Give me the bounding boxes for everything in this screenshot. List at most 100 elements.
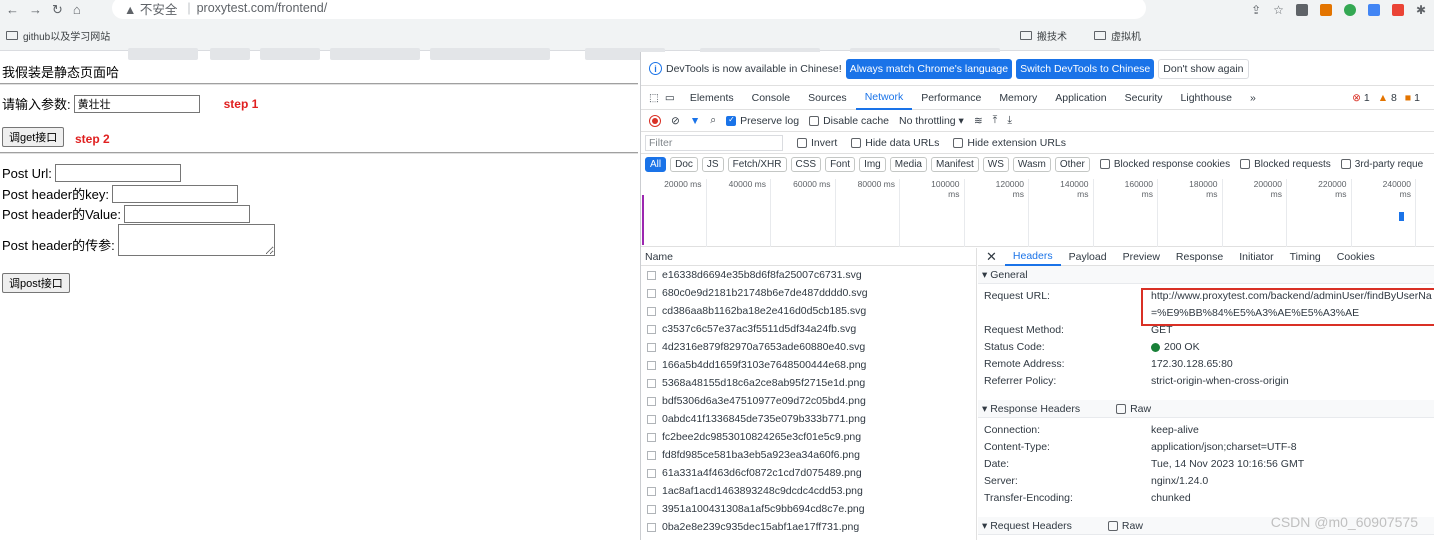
type-other[interactable]: Other (1054, 156, 1090, 172)
throttling-select[interactable]: No throttling ▾ (899, 115, 964, 127)
bookmark-star-icon[interactable]: ☆ (1273, 3, 1284, 17)
tab-headers[interactable]: Headers (1004, 248, 1061, 266)
bookmark-item[interactable]: github以及学习网站 (6, 28, 110, 43)
list-item[interactable]: 3951a100431308a1af5c9bb694cd8c7e.png (641, 500, 976, 518)
wifi-icon[interactable]: ≋ (974, 115, 983, 127)
raw-checkbox[interactable]: Raw (1116, 403, 1151, 415)
tab-network[interactable]: Network (855, 86, 913, 110)
address-url[interactable]: proxytest.com/frontend/ (197, 1, 328, 15)
post-button[interactable]: 调post接口 (2, 273, 70, 293)
type-js[interactable]: JS (701, 156, 724, 172)
tab-security[interactable]: Security (1116, 86, 1172, 110)
list-item[interactable]: fd8fd985ce581ba3eb5a923ea34a60f6.png (641, 446, 976, 464)
list-item[interactable]: 1ac8af1acd1463893248c9dcdc4cdd53.png (641, 482, 976, 500)
tab-cookies[interactable]: Cookies (1329, 248, 1383, 266)
type-all[interactable]: All (645, 156, 667, 172)
preserve-log-checkbox[interactable]: Preserve log (726, 115, 799, 127)
list-item[interactable]: 166a5b4dd1659f3103e7648500444e68.png (641, 356, 976, 374)
tab-elements[interactable]: Elements (681, 86, 743, 110)
type-img[interactable]: Img (859, 156, 886, 172)
invert-checkbox[interactable]: Invert (797, 137, 837, 149)
more-tabs-icon[interactable]: » (1241, 86, 1265, 110)
bookmark-item[interactable]: 搬技术 (1020, 28, 1067, 43)
filter-input[interactable]: Filter (645, 134, 783, 151)
warning-count[interactable]: ▲ 8 (1378, 92, 1397, 104)
filter-icon[interactable]: ▼ (690, 115, 700, 127)
forward-icon[interactable]: → (29, 2, 42, 18)
tab-payload[interactable]: Payload (1061, 248, 1115, 266)
type-css[interactable]: CSS (790, 156, 822, 172)
general-section-header[interactable]: ▾ General (978, 266, 1434, 284)
disable-cache-checkbox[interactable]: Disable cache (809, 115, 889, 127)
record-icon[interactable] (649, 114, 661, 127)
issue-counts[interactable]: ⊗ 1 ▲ 8 ■ 1 (1352, 92, 1420, 104)
bookmark-item[interactable]: 虚拟机 (1094, 28, 1141, 43)
list-item[interactable]: 5368a48155d18c6a2ce8ab95f2715e1d.png (641, 374, 976, 392)
tab-memory[interactable]: Memory (990, 86, 1046, 110)
match-language-button[interactable]: Always match Chrome's language (845, 58, 1013, 79)
post-param-textarea[interactable] (117, 224, 275, 256)
list-item[interactable]: 0abdc41f1336845de735e079b333b771.png (641, 410, 976, 428)
list-item[interactable]: 61a331a4f463d6cf0872c1cd7d075489.png (641, 464, 976, 482)
type-doc[interactable]: Doc (670, 156, 698, 172)
list-item[interactable]: fc2bee2dc9853010824265e3cf01e5c9.png (641, 428, 976, 446)
inspect-icon[interactable]: ⬚ (649, 92, 659, 104)
security-label[interactable]: ▲ 不安全 (124, 0, 177, 18)
extension-icon[interactable] (1391, 3, 1404, 16)
extension-icon[interactable] (1367, 3, 1380, 16)
list-item[interactable]: 4d2316e879f82970a7653ade60880e40.svg (641, 338, 976, 356)
post-key-input[interactable] (111, 184, 238, 203)
name-column-header[interactable]: Name (641, 248, 976, 266)
list-item[interactable]: e16338d6694e35b8d6f8fa25007c6731.svg (641, 266, 976, 284)
extension-icon[interactable] (1343, 3, 1356, 16)
tab-performance[interactable]: Performance (912, 86, 990, 110)
post-url-input[interactable] (54, 164, 181, 182)
address-bar[interactable]: ▲ 不安全 | proxytest.com/frontend/ (112, 0, 1146, 19)
switch-chinese-button[interactable]: Switch DevTools to Chinese (1016, 58, 1155, 79)
blocked-cookies-checkbox[interactable]: Blocked response cookies (1099, 159, 1230, 170)
clear-icon[interactable]: ⊘ (671, 115, 680, 127)
list-item[interactable]: c3537c6c57e37ac3f5511d5df34a24fb.svg (641, 320, 976, 338)
tab-response[interactable]: Response (1168, 248, 1231, 266)
post-value-input[interactable] (124, 204, 250, 223)
tab-initiator[interactable]: Initiator (1231, 248, 1281, 266)
response-headers-section-header[interactable]: ▾ Response Headers Raw (978, 400, 1434, 418)
param-input[interactable] (73, 94, 200, 113)
type-wasm[interactable]: Wasm (1012, 156, 1051, 172)
extension-icon[interactable] (1319, 3, 1332, 16)
dont-show-again-button[interactable]: Don't show again (1158, 58, 1249, 79)
back-icon[interactable]: ← (6, 2, 19, 18)
type-ws[interactable]: WS (982, 156, 1009, 172)
blocked-requests-checkbox[interactable]: Blocked requests (1240, 159, 1331, 170)
list-item[interactable]: bdf5306d6a3e47510977e09d72c05bd4.png (641, 392, 976, 410)
tab-lighthouse[interactable]: Lighthouse (1172, 86, 1241, 110)
list-item[interactable]: 0ba2e8e239c935dec15abf1ae17ff731.png (641, 518, 976, 536)
third-party-checkbox[interactable]: 3rd-party reque (1340, 159, 1423, 170)
upload-icon[interactable]: ⤒ (993, 114, 998, 127)
close-icon[interactable]: ✕ (978, 248, 1005, 266)
reload-icon[interactable]: ↻ (52, 2, 63, 18)
list-item[interactable]: cd386aa8b1162ba18e2e416d0d5cb185.svg (641, 302, 976, 320)
tab-timing[interactable]: Timing (1282, 248, 1329, 266)
raw-checkbox[interactable]: Raw (1107, 520, 1143, 532)
extension-icon[interactable] (1295, 3, 1308, 16)
hide-extension-urls-checkbox[interactable]: Hide extension URLs (953, 137, 1066, 149)
hide-data-urls-checkbox[interactable]: Hide data URLs (851, 137, 939, 149)
tab-application[interactable]: Application (1046, 86, 1115, 110)
type-media[interactable]: Media (889, 156, 927, 172)
home-icon[interactable]: ⌂ (73, 2, 81, 18)
share-icon[interactable]: ⇪ (1251, 3, 1261, 17)
type-font[interactable]: Font (825, 156, 856, 172)
device-toolbar-icon[interactable]: ▭ (665, 92, 675, 104)
tab-preview[interactable]: Preview (1115, 248, 1168, 266)
download-icon[interactable]: ⤓ (1007, 114, 1012, 127)
puzzle-icon[interactable]: ✱ (1416, 3, 1426, 17)
get-button[interactable]: 调get接口 (2, 127, 65, 147)
search-icon[interactable]: ⌕ (710, 114, 716, 127)
tab-console[interactable]: Console (743, 86, 800, 110)
network-timeline[interactable]: 20000 ms 40000 ms 60000 ms 80000 ms 100000 m… (641, 175, 1434, 247)
tab-sources[interactable]: Sources (799, 86, 856, 110)
error-count[interactable]: ⊗ 1 (1352, 92, 1370, 104)
issue-count[interactable]: ■ 1 (1405, 92, 1420, 104)
type-manifest[interactable]: Manifest (931, 156, 979, 172)
